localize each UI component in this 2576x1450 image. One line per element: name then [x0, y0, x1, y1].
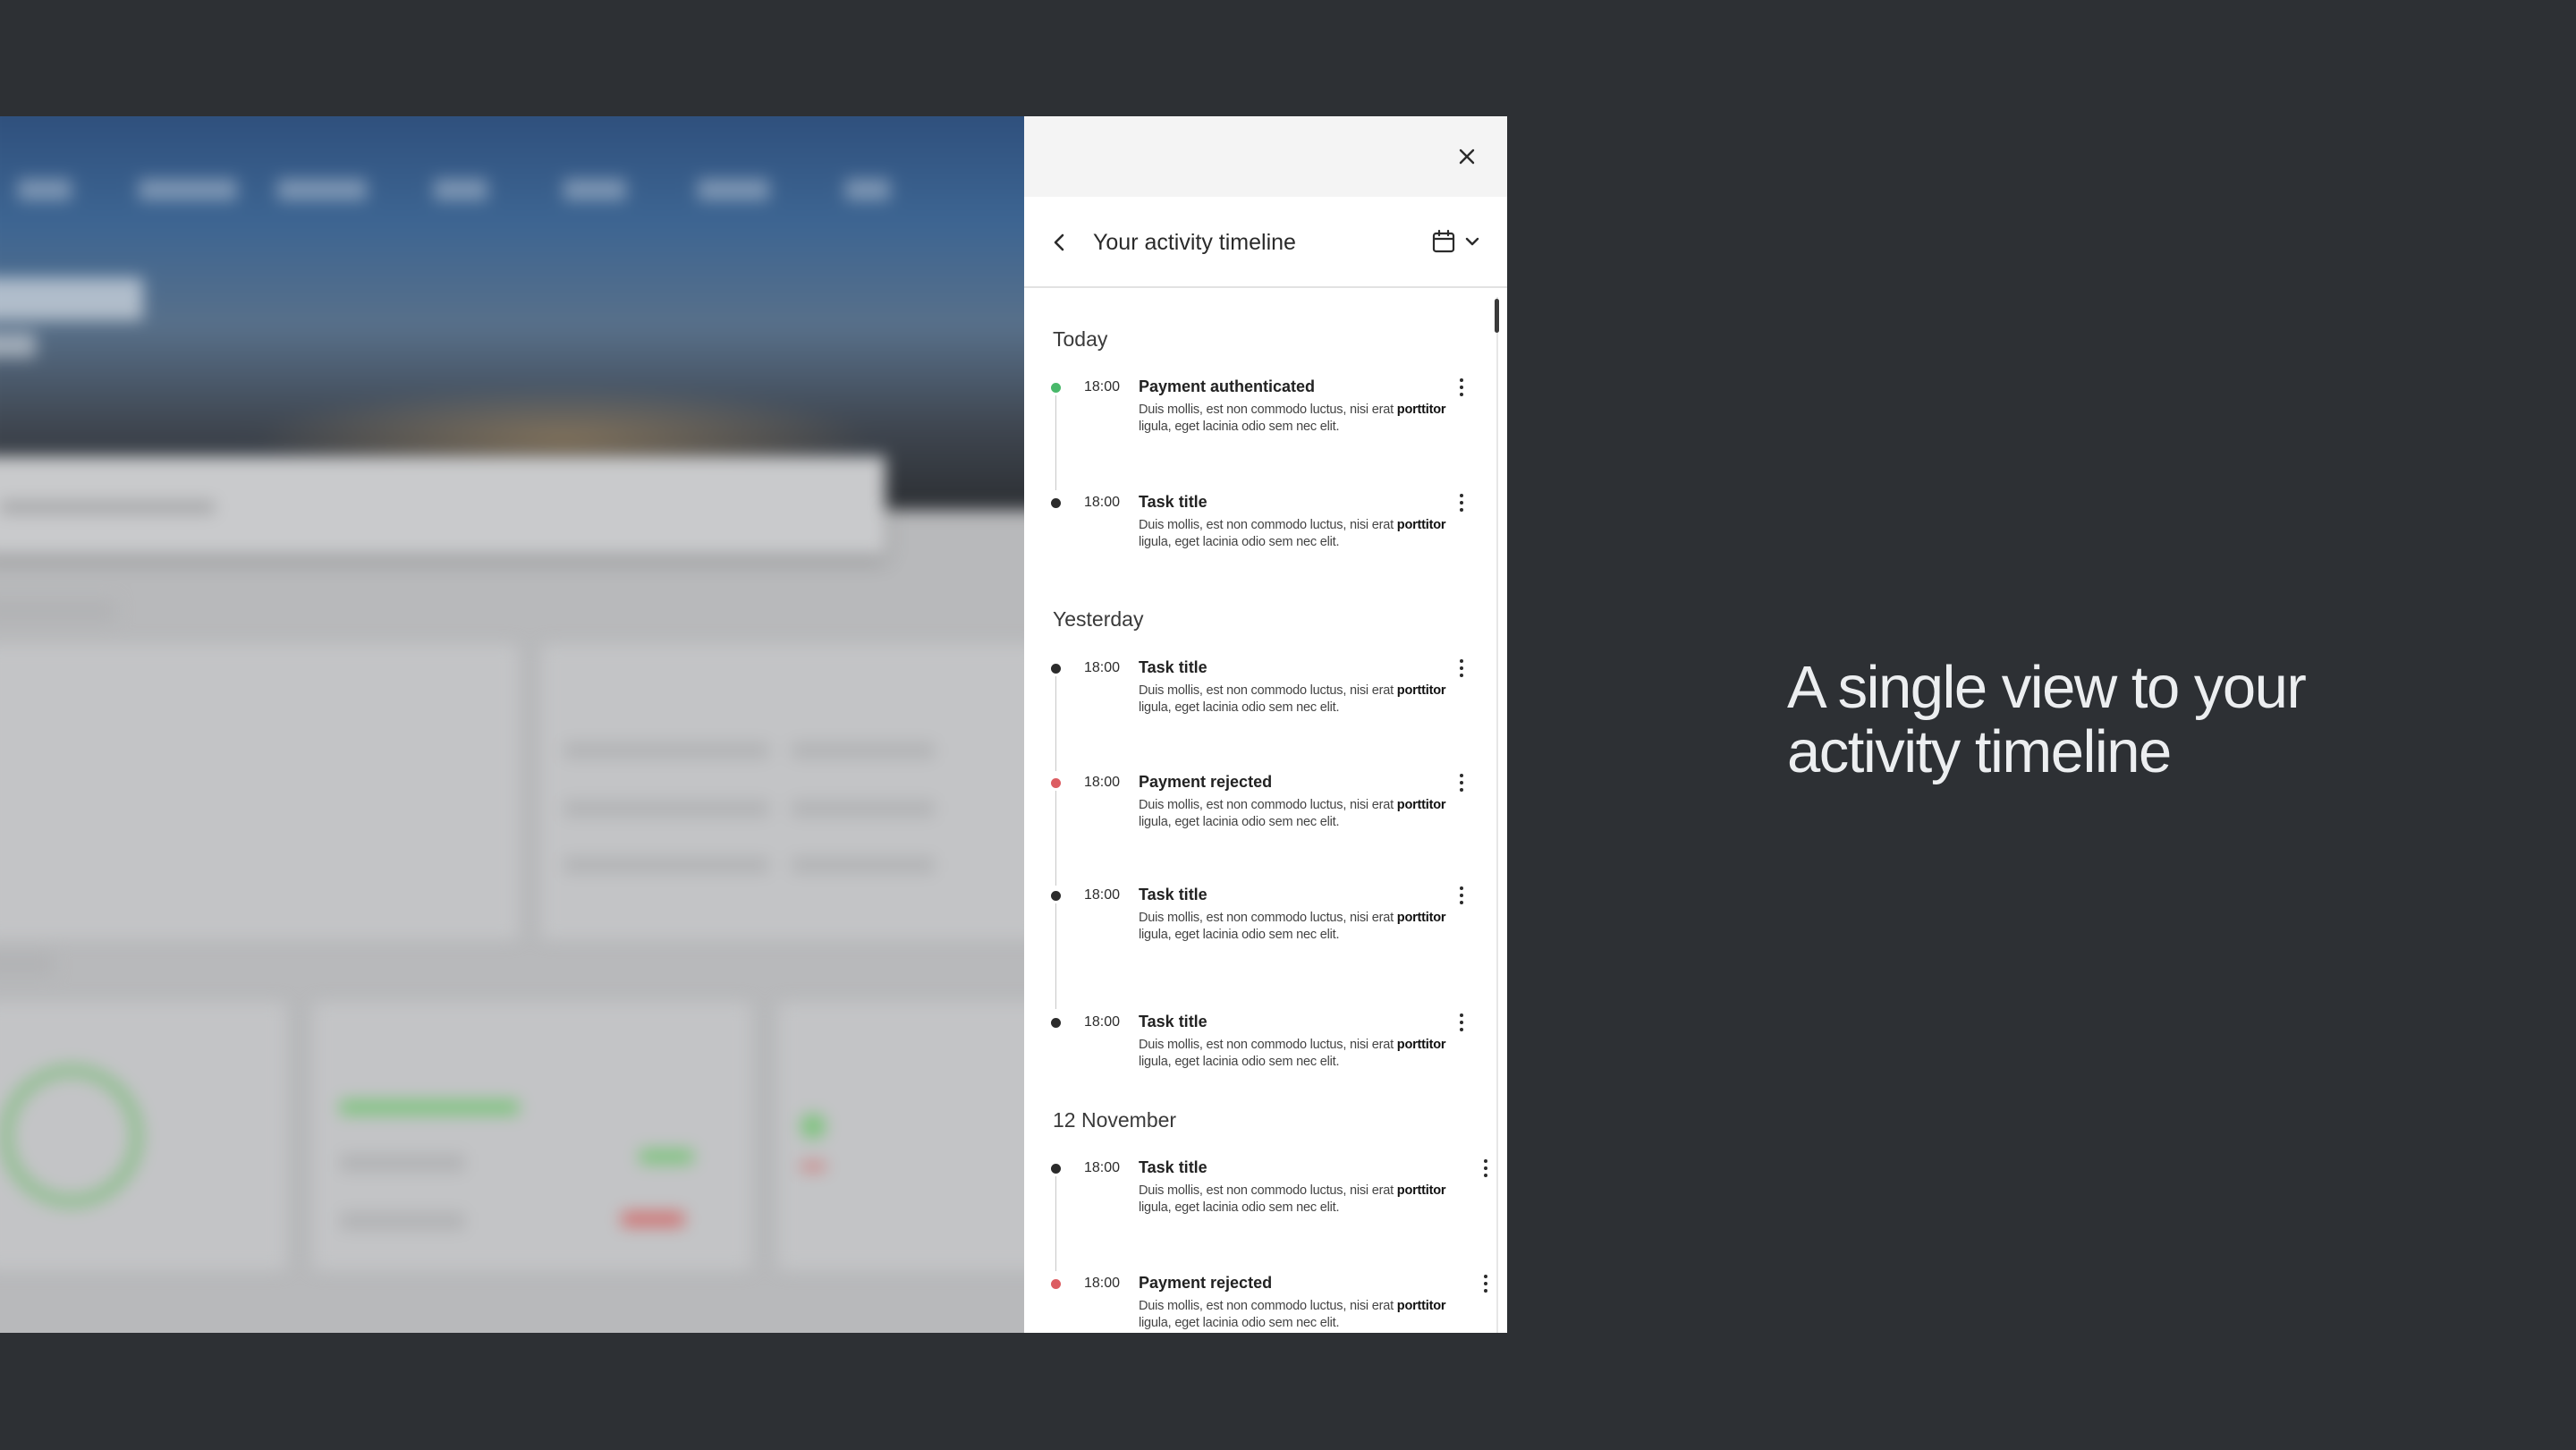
entry-time: 18:00	[1084, 1276, 1121, 1291]
status-dot	[1051, 1164, 1061, 1174]
entry-title: Payment rejected	[1139, 1274, 1273, 1292]
more-options-icon[interactable]	[1475, 1155, 1496, 1182]
entry-title: Task title	[1139, 493, 1208, 511]
close-icon	[1459, 148, 1475, 165]
timeline-entry: 18:00 Task title Duis mollis, est non co…	[1024, 655, 1507, 771]
entry-title: Task title	[1139, 886, 1208, 903]
scrollbar-thumb[interactable]	[1495, 299, 1499, 333]
timeline-entry: 18:00 Task title Duis mollis, est non co…	[1024, 489, 1507, 588]
entry-description: Duis mollis, est non commodo luctus, nis…	[1139, 1183, 1446, 1215]
more-options-icon[interactable]	[1451, 655, 1472, 682]
entry-description: Duis mollis, est non commodo luctus, nis…	[1139, 911, 1446, 942]
entry-time: 18:00	[1084, 379, 1121, 394]
chevron-down-icon	[1465, 237, 1479, 246]
entry-title: Payment rejected	[1139, 773, 1273, 791]
status-dot	[1051, 1018, 1061, 1028]
timeline-entry: 18:00 Task title Duis mollis, est non co…	[1024, 1009, 1507, 1107]
status-dot	[1051, 383, 1061, 393]
background-dashboard	[0, 116, 1025, 1333]
panel-top-bar	[1024, 116, 1507, 197]
more-options-icon[interactable]	[1451, 374, 1472, 401]
timeline-connector	[1055, 676, 1056, 771]
activity-timeline-panel: Your activity timeline Today 18:00 Payme…	[1024, 116, 1507, 1333]
entry-title: Payment authenticated	[1139, 377, 1316, 395]
status-dot	[1051, 778, 1061, 788]
more-options-icon[interactable]	[1451, 489, 1472, 516]
timeline-connector	[1055, 903, 1056, 1009]
entry-description: Duis mollis, est non commodo luctus, nis…	[1139, 1299, 1446, 1330]
panel-header: Your activity timeline	[1024, 197, 1507, 288]
back-button[interactable]	[1044, 227, 1074, 258]
status-dot	[1051, 498, 1061, 508]
more-options-icon[interactable]	[1451, 769, 1472, 796]
entry-description: Duis mollis, est non commodo luctus, nis…	[1139, 518, 1446, 549]
entry-time: 18:00	[1084, 660, 1121, 675]
more-options-icon[interactable]	[1451, 882, 1472, 909]
group-heading: 12 November	[1053, 1108, 1177, 1132]
entry-description: Duis mollis, est non commodo luctus, nis…	[1139, 403, 1446, 434]
timeline-entry: 18:00 Payment rejected Duis mollis, est …	[1024, 769, 1507, 886]
entry-time: 18:00	[1084, 775, 1121, 790]
entry-time: 18:00	[1084, 1014, 1121, 1030]
entry-time: 18:00	[1084, 1160, 1121, 1175]
search-bar	[0, 456, 886, 555]
entry-description: Duis mollis, est non commodo luctus, nis…	[1139, 1038, 1446, 1069]
group-heading: Yesterday	[1053, 607, 1144, 631]
timeline-list[interactable]: Today 18:00 Payment authenticated Duis m…	[1024, 288, 1507, 1333]
more-options-icon[interactable]	[1475, 1270, 1496, 1297]
entry-time: 18:00	[1084, 495, 1121, 510]
group-heading: Today	[1053, 327, 1108, 351]
tagline-heading: A single view to your activity timeline	[1787, 654, 2307, 785]
status-dot	[1051, 1279, 1061, 1289]
entry-title: Task title	[1139, 1158, 1208, 1176]
entry-title: Task title	[1139, 658, 1208, 676]
panel-title: Your activity timeline	[1093, 230, 1296, 255]
status-dot	[1051, 891, 1061, 901]
date-filter-button[interactable]	[1432, 225, 1480, 258]
close-button[interactable]	[1452, 141, 1482, 172]
entry-title: Task title	[1139, 1013, 1208, 1030]
calendar-icon	[1432, 229, 1455, 253]
timeline-connector	[1055, 1176, 1056, 1271]
timeline-connector	[1055, 791, 1056, 886]
entry-description: Duis mollis, est non commodo luctus, nis…	[1139, 798, 1446, 829]
timeline-connector	[1055, 395, 1056, 490]
timeline-entry: 18:00 Task title Duis mollis, est non co…	[1024, 1155, 1507, 1271]
entry-description: Duis mollis, est non commodo luctus, nis…	[1139, 683, 1446, 715]
more-options-icon[interactable]	[1451, 1009, 1472, 1036]
timeline-entry: 18:00 Payment authenticated Duis mollis,…	[1024, 374, 1507, 490]
timeline-entry: 18:00 Task title Duis mollis, est non co…	[1024, 882, 1507, 1009]
entry-time: 18:00	[1084, 887, 1121, 903]
hero-banner	[0, 116, 1025, 510]
status-dot	[1051, 664, 1061, 674]
chevron-left-icon	[1054, 233, 1064, 251]
timeline-entry: 18:00 Payment rejected Duis mollis, est …	[1024, 1270, 1507, 1333]
